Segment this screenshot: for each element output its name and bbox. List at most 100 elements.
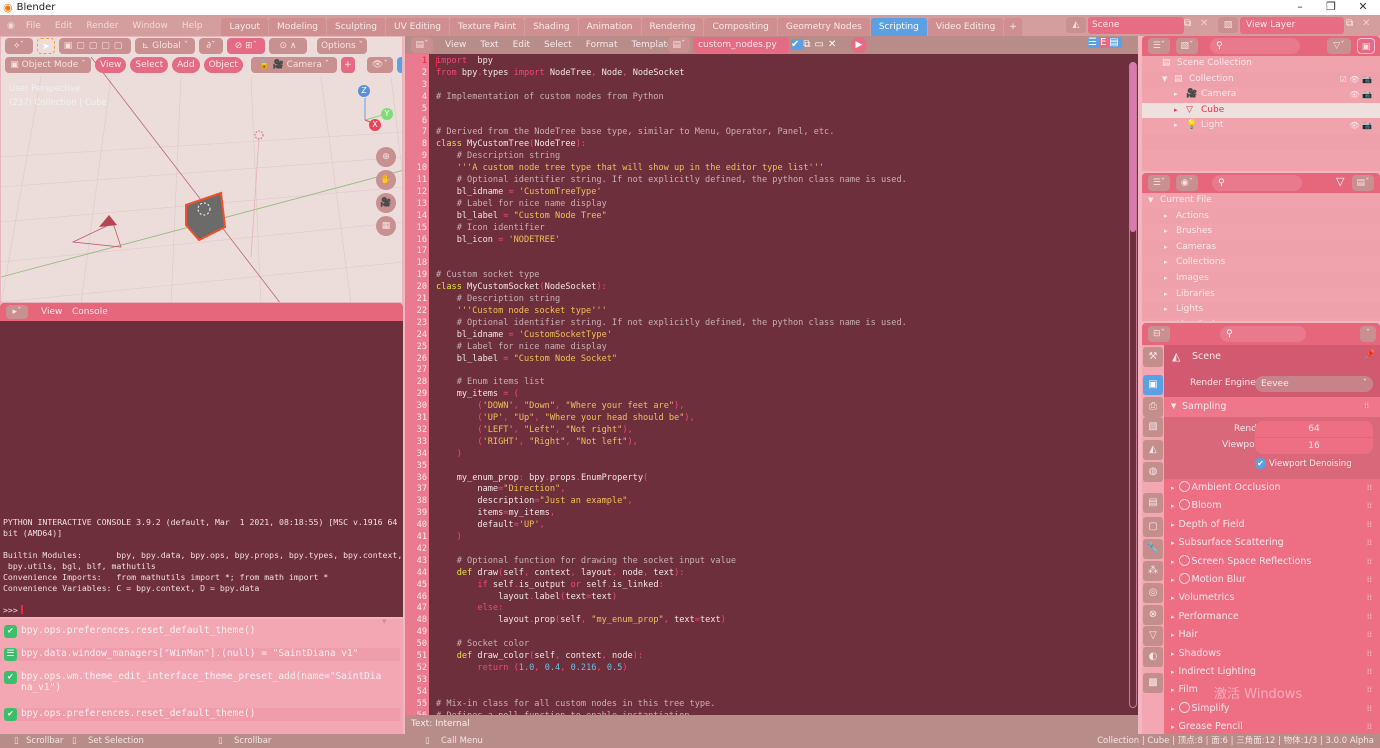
tab-layout[interactable]: Layout xyxy=(221,18,269,36)
tab-geometry-nodes[interactable]: Geometry Nodes xyxy=(777,18,870,36)
file-tree-root[interactable]: ▼ Current File xyxy=(1142,193,1380,209)
tab-uv-editing[interactable]: UV Editing xyxy=(386,18,449,36)
info-log-entry[interactable]: ✔ bpy.ops.preferences.reset_default_theme… xyxy=(4,708,400,721)
ortho-grid-icon[interactable]: ▦ xyxy=(376,216,396,236)
expand-arrow-icon[interactable]: ▸ xyxy=(1174,118,1178,134)
physics-icon[interactable]: ◎ xyxy=(1143,583,1163,603)
drag-grip-icon[interactable]: ⁞⁞ xyxy=(1367,626,1372,644)
file-action-icon[interactable]: ▤ˇ xyxy=(1352,175,1374,191)
text-menu-format[interactable]: Format xyxy=(586,40,618,50)
tab-sculpting[interactable]: Sculpting xyxy=(327,18,386,36)
add-workspace-button[interactable]: + xyxy=(1004,18,1022,36)
cube-object[interactable] xyxy=(185,191,227,242)
view-layer-icon[interactable]: ▧ xyxy=(1143,417,1163,437)
expand-arrow-icon[interactable]: ▸ xyxy=(1171,539,1175,547)
python-console[interactable]: PYTHON INTERACTIVE CONSOLE 3.9.2 (defaul… xyxy=(0,321,403,617)
gizmo-x-axis[interactable]: X xyxy=(369,119,381,131)
scene-icon[interactable]: ◭ xyxy=(1066,17,1086,33)
outliner-row-scene-collection[interactable]: ▤ Scene Collection xyxy=(1142,56,1380,72)
menu-window[interactable]: Window xyxy=(125,17,175,36)
panel-simplify[interactable]: ▸ Simplify ⁞⁞ xyxy=(1168,700,1376,718)
drag-grip-icon[interactable]: ⁞⁞ xyxy=(1367,663,1372,681)
syntax-highlight-toggle[interactable]: ▤ xyxy=(1109,37,1122,48)
expand-arrow-icon[interactable]: ▸ xyxy=(1171,613,1175,621)
drag-grip-icon[interactable]: ⁞⁞ xyxy=(1367,608,1372,626)
tab-scripting[interactable]: Scripting xyxy=(870,18,927,36)
outliner-row-light[interactable]: ▸ 💡 Light 👁 📷 xyxy=(1142,118,1380,134)
outliner[interactable]: ▤ Scene Collection ▼ ▤ Collection ☑ 👁 📷 ▸ 🎥 Came… xyxy=(1142,56,1380,171)
editor-type-text-icon[interactable]: ▤ˇ xyxy=(411,37,433,53)
delete-view-layer-icon[interactable]: ✕ xyxy=(1362,18,1370,29)
tab-shading[interactable]: Shading xyxy=(525,18,578,36)
info-log-entry[interactable]: ✔ bpy.ops.wm.theme_edit_interface_theme_p… xyxy=(4,671,400,693)
info-log-entry[interactable]: ☰ bpy.data.window_managers["WinMan"].(nul… xyxy=(4,648,400,661)
text-editor[interactable]: 1 2 3 4 5 6 7 8 9 10 11 12 13 14 15 16 17 18 19 20 21 22 23 24 2… xyxy=(405,54,1138,715)
text-display-toggles[interactable]: ☰E▤ xyxy=(1088,37,1136,53)
outliner-row-collection[interactable]: ▼ ▤ Collection ☑ 👁 📷 xyxy=(1142,71,1380,88)
expand-arrow-icon[interactable]: ▸ xyxy=(1171,631,1175,639)
new-collection-icon[interactable]: ▣ xyxy=(1357,38,1375,54)
file-tree-item-images[interactable]: ▸ Images xyxy=(1142,271,1380,287)
drag-grip-icon[interactable]: ⁞⁞ xyxy=(1367,645,1372,663)
open-text-icon[interactable]: ▭ xyxy=(815,39,828,50)
menu-edit[interactable]: Edit xyxy=(48,17,79,36)
enable-toggle[interactable] xyxy=(1178,701,1190,713)
file-tree-item-actions[interactable]: ▸ Actions xyxy=(1142,208,1380,225)
expand-arrow-icon[interactable]: ▸ xyxy=(1171,686,1175,694)
visibility-controls[interactable]: ☑ 👁 📷 xyxy=(1340,72,1372,88)
transform-orientation-dropdown[interactable]: ⊾ Global ˇ xyxy=(135,38,195,54)
panel-shadows[interactable]: ▸ Shadows ⁞⁞ xyxy=(1168,645,1376,663)
transform-pivot-icon[interactable]: ⟡ˇ xyxy=(5,38,33,54)
visibility-dropdown[interactable]: 👁ˇ xyxy=(366,57,393,73)
editor-type-outliner-icon[interactable]: ☰ˇ xyxy=(1148,38,1170,54)
file-tree-item-line-styles[interactable]: ▸ Line Styles xyxy=(1142,318,1380,321)
falloff-icon[interactable]: ⊙ ∧ xyxy=(269,38,307,54)
file-search-input[interactable]: ⚲ xyxy=(1212,175,1302,191)
expand-arrow-icon[interactable]: ▸ xyxy=(1171,723,1175,731)
select-menu[interactable]: Select xyxy=(130,57,169,73)
enable-toggle[interactable] xyxy=(1178,573,1190,584)
object-icon[interactable]: ▢ xyxy=(1143,517,1163,537)
particles-icon[interactable]: ⁂ xyxy=(1143,561,1163,581)
menu-file[interactable]: File xyxy=(19,17,48,36)
blender-menu-icon[interactable]: ◉ xyxy=(0,17,19,36)
drag-grip-icon[interactable]: ⁞⁞ xyxy=(1367,681,1372,699)
unlink-text-icon[interactable]: ✕ xyxy=(828,39,840,50)
expand-arrow-icon[interactable]: ▸ xyxy=(1164,287,1168,303)
proportional-edit-icon[interactable]: ⊘ ⊞ˇ xyxy=(227,38,265,54)
drag-grip-icon[interactable]: ⁞⁞ xyxy=(1367,571,1372,589)
expand-arrow-icon[interactable]: ▸ xyxy=(1164,271,1168,287)
expand-arrow-icon[interactable]: ▸ xyxy=(1171,594,1175,602)
modifier-icon[interactable]: 🔧 xyxy=(1143,539,1163,559)
file-tree-item-lights[interactable]: ▸ Lights xyxy=(1142,302,1380,318)
fake-user-icon[interactable]: ✔ xyxy=(791,39,804,50)
text-browse-icon[interactable]: ▤ˇ xyxy=(668,37,690,53)
panel-indirect-lighting[interactable]: ▸ Indirect Lighting ⁞⁞ xyxy=(1168,663,1376,681)
new-view-layer-icon[interactable]: ⧉ xyxy=(1346,18,1353,29)
panel-depth-of-field[interactable]: ▸ Depth of Field ⁞⁞ xyxy=(1168,516,1376,534)
drag-grip-icon[interactable]: ⁞⁞ xyxy=(1367,553,1372,571)
editor-type-properties-icon[interactable]: ⊟ˇ xyxy=(1148,326,1170,342)
text-filename-field[interactable]: custom_nodes.py xyxy=(693,37,789,53)
text-menu-view[interactable]: View xyxy=(445,40,466,50)
constraints-icon[interactable]: ⊗ xyxy=(1143,605,1163,625)
panel-performance[interactable]: ▸ Performance ⁞⁞ xyxy=(1168,608,1376,626)
material-icon[interactable]: ◐ xyxy=(1143,647,1163,667)
expand-arrow-icon[interactable]: ▸ xyxy=(1171,668,1175,676)
text-menu-text[interactable]: Text xyxy=(480,40,498,50)
tab-animation[interactable]: Animation xyxy=(578,18,641,36)
output-icon[interactable]: ⎙ xyxy=(1143,397,1163,417)
panel-volumetrics[interactable]: ▸ Volumetrics ⁞⁞ xyxy=(1168,589,1376,607)
enable-toggle[interactable] xyxy=(1178,499,1190,511)
pan-hand-icon[interactable]: ✋ xyxy=(376,170,396,190)
file-tree-item-collections[interactable]: ▸ Collections xyxy=(1142,255,1380,271)
drag-grip-icon[interactable]: ⁞⁞ xyxy=(1367,479,1372,497)
menu-render[interactable]: Render xyxy=(79,17,125,36)
properties-search-input[interactable]: ⚲ xyxy=(1220,326,1306,342)
view-layer-icon[interactable]: ▧ xyxy=(1218,17,1238,33)
sampling-panel-title[interactable]: Sampling xyxy=(1182,401,1226,412)
tab-texture-paint[interactable]: Texture Paint xyxy=(449,18,525,36)
expand-arrow-icon[interactable]: ▸ xyxy=(1174,87,1178,103)
outliner-filter-icon[interactable]: ▽ˇ xyxy=(1327,38,1351,54)
delete-scene-icon[interactable]: ✕ xyxy=(1200,18,1208,29)
